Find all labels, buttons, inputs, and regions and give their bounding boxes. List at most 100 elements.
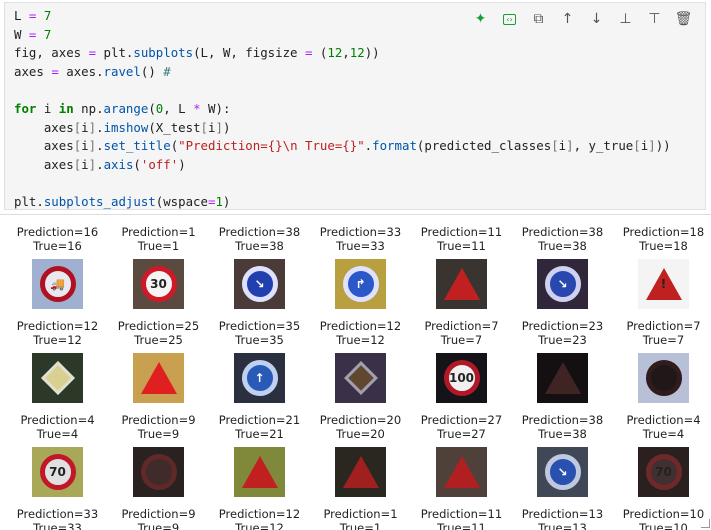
code-line: axes[i].set_title("Prediction={}\n True=…: [14, 137, 671, 156]
code-token: i: [81, 156, 89, 172]
code-token: ]: [88, 119, 97, 135]
true-label: True=33: [336, 239, 385, 253]
traffic-sign-image: [537, 353, 588, 403]
sign-shape: [140, 454, 177, 490]
true-label: True=12: [336, 333, 385, 347]
code-line: fig, axes = plt.subplots(L, W, figsize =…: [14, 44, 671, 63]
duplicate-cell-icon: ⧉: [533, 11, 544, 27]
code-token: for: [14, 100, 37, 116]
code-token: )): [364, 45, 380, 61]
subplot: Prediction=38 True=38 ↘: [209, 225, 310, 309]
true-label: True=4: [642, 427, 685, 441]
prediction-label: Prediction=20: [319, 413, 402, 427]
traffic-sign-image: [436, 447, 487, 497]
subplot: Prediction=12 True=12: [209, 507, 310, 530]
code-token: L: [14, 8, 29, 23]
code-token: .: [96, 119, 104, 135]
code-token: plt.: [14, 193, 44, 209]
code-token: ): [178, 156, 186, 172]
sign-symbol: 100: [448, 371, 475, 385]
subplot: Prediction=1 True=1: [310, 507, 411, 530]
insert-below-icon: ⊤: [648, 11, 661, 27]
move-down-button[interactable]: ↓: [585, 9, 608, 29]
ai-sparkle-button[interactable]: ✦: [469, 9, 492, 29]
code-token: =: [88, 45, 97, 61]
code-line: plt.subplots_adjust(wspace=1): [14, 193, 671, 212]
sign-symbol: 70: [655, 465, 672, 479]
true-label: True=23: [538, 333, 587, 347]
prediction-label: Prediction=4: [626, 413, 701, 427]
prediction-label: Prediction=23: [521, 319, 604, 333]
subplot: Prediction=7 True=7 100: [411, 319, 512, 403]
move-up-button[interactable]: ↑: [556, 9, 579, 29]
code-token: (: [148, 100, 156, 116]
code-token: [: [200, 119, 209, 135]
code-token: W: [14, 26, 29, 42]
subplot: Prediction=12 True=12: [7, 319, 108, 403]
sign-shape: [544, 362, 581, 394]
subplot: Prediction=38 True=38 ↘: [512, 413, 613, 497]
sign-shape: [645, 360, 682, 396]
traffic-sign-image: !: [638, 259, 689, 309]
true-label: True=21: [235, 427, 284, 441]
true-label: True=11: [437, 239, 486, 253]
sign-symbol: !: [660, 277, 667, 291]
prediction-label: Prediction=13: [521, 507, 604, 521]
subplot: Prediction=9 True=9: [108, 413, 209, 497]
move-up-icon: ↑: [561, 11, 574, 27]
traffic-sign-image: ↘: [234, 259, 285, 309]
prediction-label: Prediction=27: [420, 413, 503, 427]
prediction-label: Prediction=7: [424, 319, 499, 333]
code-token: 12: [349, 45, 365, 61]
code-token: ]: [88, 138, 97, 154]
subplot: Prediction=21 True=21: [209, 413, 310, 497]
insert-above-button[interactable]: ⊥: [614, 9, 637, 29]
sign-shape: [40, 361, 75, 395]
cell-toolbar: ✦ ‹› ⧉ ↑ ↓ ⊥ ⊤ 🗑: [469, 9, 695, 29]
traffic-sign-image: [335, 447, 386, 497]
insert-below-button[interactable]: ⊤: [643, 9, 666, 29]
code-cell[interactable]: L = 7W = 7 fig, axes = plt.subplots(L, W,…: [4, 2, 706, 210]
sign-shape: [443, 268, 480, 300]
insert-above-icon: ⊥: [619, 11, 632, 27]
sign-symbol: 🚚: [50, 277, 65, 291]
subplot: Prediction=16 True=16 🚚: [7, 225, 108, 309]
code-token: (: [312, 45, 328, 61]
code-token: (X_test: [148, 119, 201, 135]
prediction-label: Prediction=25: [117, 319, 200, 333]
code-token: .: [96, 138, 104, 154]
traffic-sign-image: [436, 259, 487, 309]
subplot: Prediction=10 True=10: [613, 507, 711, 530]
subplot: Prediction=35 True=35 ↑: [209, 319, 310, 403]
traffic-sign-image: [335, 353, 386, 403]
sign-symbol: ↘: [557, 277, 568, 291]
code-token: ]: [648, 138, 656, 154]
sign-symbol: 70: [49, 465, 66, 479]
duplicate-cell-button[interactable]: ⧉: [527, 9, 550, 29]
prediction-label: Prediction=12: [319, 319, 402, 333]
output-area: Prediction=16 True=16 🚚 Prediction=1 True=1 3…: [0, 214, 711, 530]
code-token: in: [58, 100, 74, 116]
code-token: plt.: [96, 45, 134, 61]
prediction-label: Prediction=12: [16, 319, 99, 333]
code-view-button[interactable]: ‹›: [498, 9, 521, 29]
prediction-label: Prediction=33: [16, 507, 99, 521]
traffic-sign-image: [638, 353, 689, 403]
sign-symbol: ↑: [254, 371, 265, 385]
ai-sparkle-icon: ✦: [474, 11, 487, 27]
code-token: 12: [327, 45, 343, 61]
traffic-sign-image: 🚚: [32, 259, 83, 309]
prediction-label: Prediction=35: [218, 319, 301, 333]
true-label: True=9: [137, 427, 180, 441]
traffic-sign-image: [234, 447, 285, 497]
code-token: axis: [103, 156, 134, 172]
code-token: 1: [215, 193, 223, 209]
code-editor[interactable]: L = 7W = 7 fig, axes = plt.subplots(L, W,…: [14, 7, 671, 212]
code-token: i: [558, 138, 567, 154]
delete-button[interactable]: 🗑: [672, 9, 695, 29]
resize-handle[interactable]: [701, 519, 710, 528]
code-token: i: [81, 138, 89, 154]
code-token: (L, W, figsize: [193, 45, 305, 61]
